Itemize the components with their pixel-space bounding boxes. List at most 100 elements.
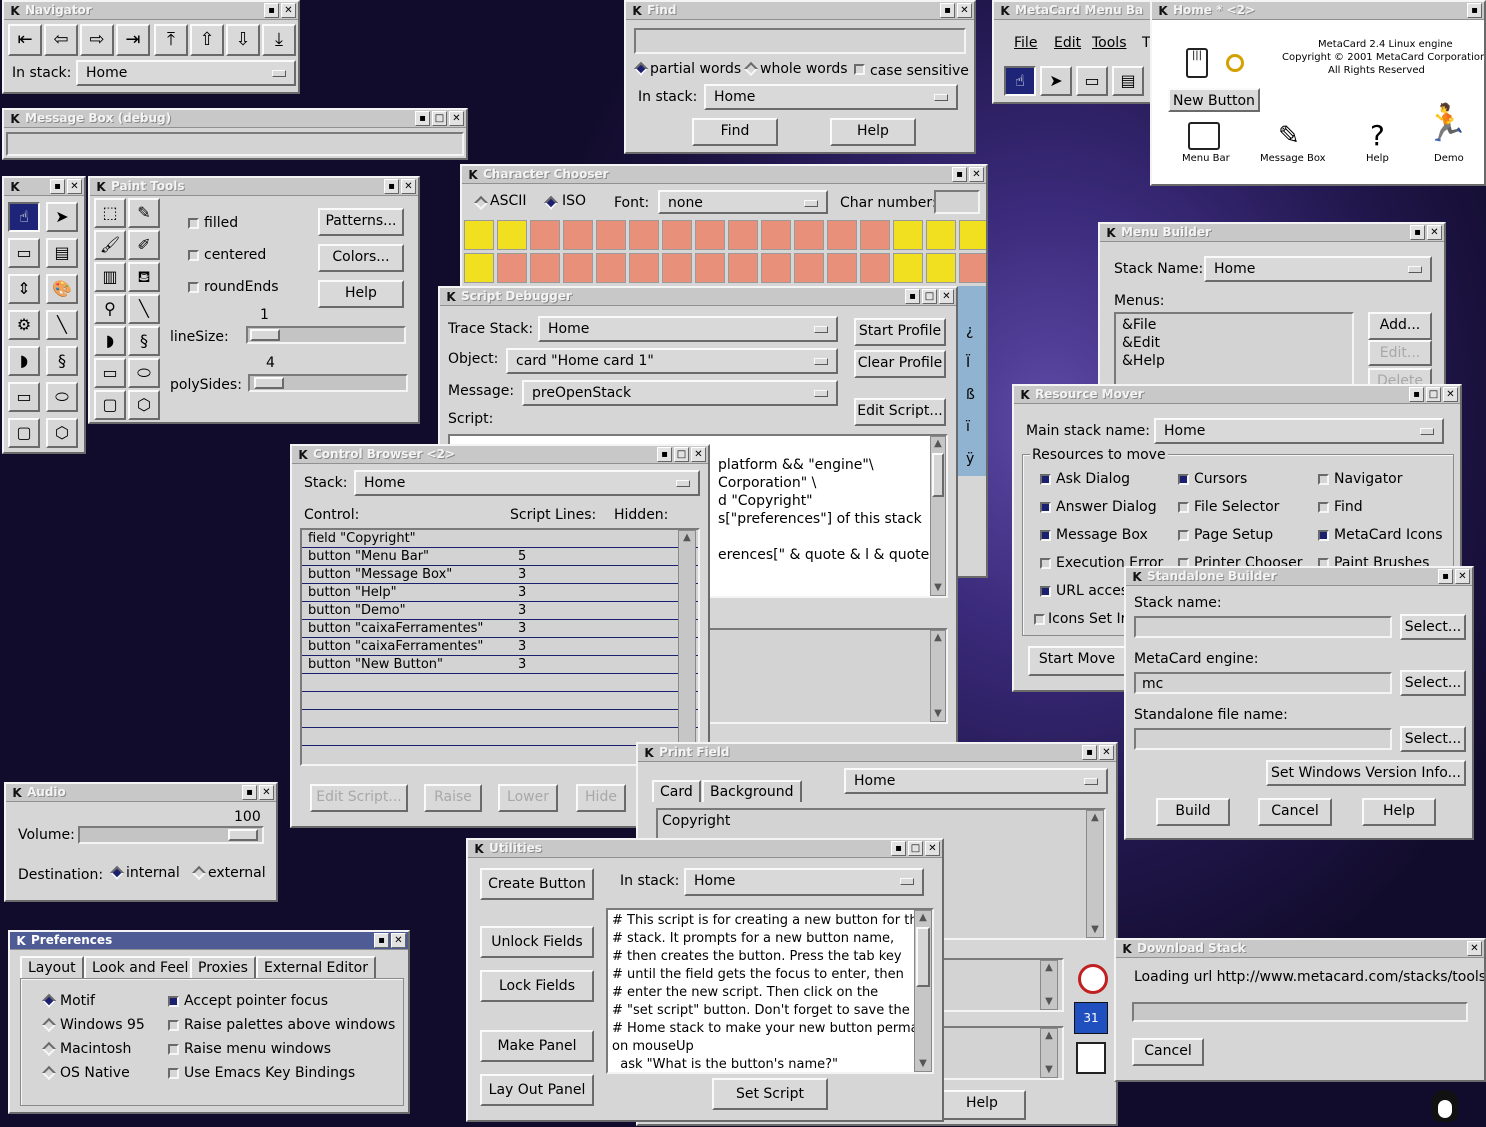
char-cell[interactable] xyxy=(464,253,494,283)
maximize-button[interactable]: □ xyxy=(432,111,447,126)
title-bar[interactable]: K Audio ▪ ✕ xyxy=(6,784,276,802)
control-list[interactable]: field "Copyright" button "Menu Bar" 5 but… xyxy=(300,528,700,766)
menu-item[interactable]: &Help xyxy=(1122,352,1346,370)
up-arrow-icon[interactable]: ▲ xyxy=(1042,1029,1056,1043)
help-button[interactable]: Help xyxy=(318,280,404,308)
char-cell[interactable] xyxy=(893,253,923,283)
resource-checkbox[interactable] xyxy=(1318,474,1329,485)
bucket-tool-icon[interactable]: ⛾ xyxy=(128,262,160,292)
stack-popup[interactable]: Home xyxy=(844,768,1108,794)
pointer-tool-icon[interactable]: ➤ xyxy=(46,202,78,232)
title-bar[interactable]: K Resource Mover ▪ □ ✕ xyxy=(1014,386,1460,404)
resource-checkbox[interactable] xyxy=(1040,474,1051,485)
internal-radio[interactable] xyxy=(109,865,125,881)
up-arrow-icon[interactable]: ▲ xyxy=(1042,961,1056,975)
up-arrow-icon[interactable]: ▲ xyxy=(1088,811,1102,825)
build-button[interactable]: Build xyxy=(1156,798,1230,826)
field-tool-icon[interactable]: ▤ xyxy=(1112,66,1144,96)
minimize-button[interactable]: ▪ xyxy=(891,841,906,856)
maximize-button[interactable]: □ xyxy=(1426,387,1441,402)
char-cell[interactable] xyxy=(959,220,986,250)
char-cell[interactable] xyxy=(728,253,758,283)
accept-pointer-focus-checkbox[interactable] xyxy=(168,996,179,1007)
file-name-input[interactable] xyxy=(1134,728,1392,750)
pencil-tool-icon[interactable]: ✎ xyxy=(128,198,160,228)
close-button[interactable]: ✕ xyxy=(925,841,940,856)
roundends-checkbox[interactable] xyxy=(188,282,199,293)
edit-script-button[interactable]: Edit Script... xyxy=(854,398,946,426)
char-cell[interactable] xyxy=(596,253,626,283)
case-sensitive-checkbox[interactable] xyxy=(854,64,865,75)
char-cell[interactable] xyxy=(464,220,494,250)
minimize-button[interactable]: ▪ xyxy=(1410,225,1425,240)
char-cell[interactable] xyxy=(926,220,956,250)
char-cell[interactable]: ¿ xyxy=(966,322,973,340)
help-button[interactable]: Help xyxy=(1362,798,1436,826)
browse-tool-icon[interactable]: ☝ xyxy=(1004,66,1036,96)
minimize-button[interactable]: ▪ xyxy=(1467,3,1482,18)
menu-file[interactable]: File xyxy=(1014,34,1037,52)
start-move-button[interactable]: Start Move xyxy=(1028,646,1126,676)
calendar-icon[interactable]: 31 xyxy=(1074,1002,1108,1034)
resource-checkbox[interactable] xyxy=(1034,614,1045,625)
stack-popup[interactable]: Home xyxy=(704,84,958,110)
slider-thumb[interactable] xyxy=(250,329,280,341)
char-cell[interactable] xyxy=(662,253,692,283)
select-stack-button[interactable]: Select... xyxy=(1400,614,1466,640)
char-cell[interactable] xyxy=(860,253,890,283)
char-cell[interactable] xyxy=(497,253,527,283)
up-arrow-icon[interactable]: ▲ xyxy=(680,531,694,545)
down-arrow-icon[interactable]: ▼ xyxy=(916,1057,930,1071)
table-row[interactable] xyxy=(302,692,698,710)
char-cell[interactable] xyxy=(728,220,758,250)
char-cell[interactable] xyxy=(530,220,560,250)
title-bar[interactable]: K MetaCard Menu Ba xyxy=(994,2,1150,20)
close-button[interactable]: ✕ xyxy=(1443,387,1458,402)
polygon-tool-icon[interactable]: ◗ xyxy=(8,346,40,376)
go-up-button[interactable]: ⤒ xyxy=(154,24,188,56)
variables-scrollbar[interactable]: ▲ ▼ xyxy=(930,630,946,722)
raise-palettes-checkbox[interactable] xyxy=(168,1020,179,1031)
title-bar[interactable]: K Home * <2> ▪ xyxy=(1152,2,1484,20)
table-row[interactable] xyxy=(302,710,698,728)
menu-edit[interactable]: Edit xyxy=(1054,34,1081,52)
select-engine-button[interactable]: Select... xyxy=(1400,670,1466,696)
close-button[interactable]: ✕ xyxy=(691,447,706,462)
engine-input[interactable]: mc xyxy=(1134,672,1392,694)
eraser-tool-icon[interactable]: ✐ xyxy=(128,230,160,260)
title-bar[interactable]: K Print Field ▪ ✕ xyxy=(638,744,1116,762)
close-button[interactable]: ✕ xyxy=(449,111,464,126)
title-bar[interactable]: K Find ▪ ✕ xyxy=(626,2,974,20)
next-card-button[interactable]: ⇨ xyxy=(80,24,114,56)
find-input[interactable] xyxy=(634,28,966,54)
tools-jar-icon[interactable]: ||| xyxy=(1186,48,1208,78)
unlock-fields-button[interactable]: Unlock Fields xyxy=(480,926,594,958)
close-button[interactable]: ✕ xyxy=(281,3,296,18)
maximize-button[interactable]: □ xyxy=(908,841,923,856)
scroll-thumb[interactable] xyxy=(916,927,930,987)
char-grid[interactable] xyxy=(464,220,986,290)
tab-external-editor[interactable]: External Editor xyxy=(256,956,376,978)
resource-checkbox[interactable] xyxy=(1318,502,1329,513)
maximize-button[interactable]: □ xyxy=(674,447,689,462)
table-row[interactable]: button "caixaFerramentes" 3 xyxy=(302,638,698,656)
table-row[interactable]: button "Message Box" 3 xyxy=(302,566,698,584)
slider-thumb[interactable] xyxy=(228,829,258,841)
close-button[interactable]: ✕ xyxy=(1467,941,1482,956)
message-box-icon[interactable]: ✎ xyxy=(1278,122,1300,150)
button-tool-icon[interactable]: ▭ xyxy=(1076,66,1108,96)
minimize-button[interactable]: ▪ xyxy=(1082,745,1097,760)
table-row[interactable]: button "Menu Bar" 5 xyxy=(302,548,698,566)
char-cell[interactable] xyxy=(662,220,692,250)
round-rect-tool-icon[interactable]: ▢ xyxy=(94,390,126,420)
slider-thumb[interactable] xyxy=(254,377,284,389)
char-cell[interactable]: ß xyxy=(966,386,975,404)
start-profile-button[interactable]: Start Profile xyxy=(854,318,946,346)
stack-popup[interactable]: Home xyxy=(684,868,924,896)
char-cell[interactable] xyxy=(761,220,791,250)
regular-polygon-tool-icon[interactable]: ⬡ xyxy=(128,390,160,420)
tab-proxies[interactable]: Proxies xyxy=(190,956,256,978)
ascii-radio[interactable] xyxy=(473,195,489,211)
char-cell[interactable] xyxy=(596,220,626,250)
title-bar[interactable]: K Standalone Builder ▪ ✕ xyxy=(1126,568,1472,586)
